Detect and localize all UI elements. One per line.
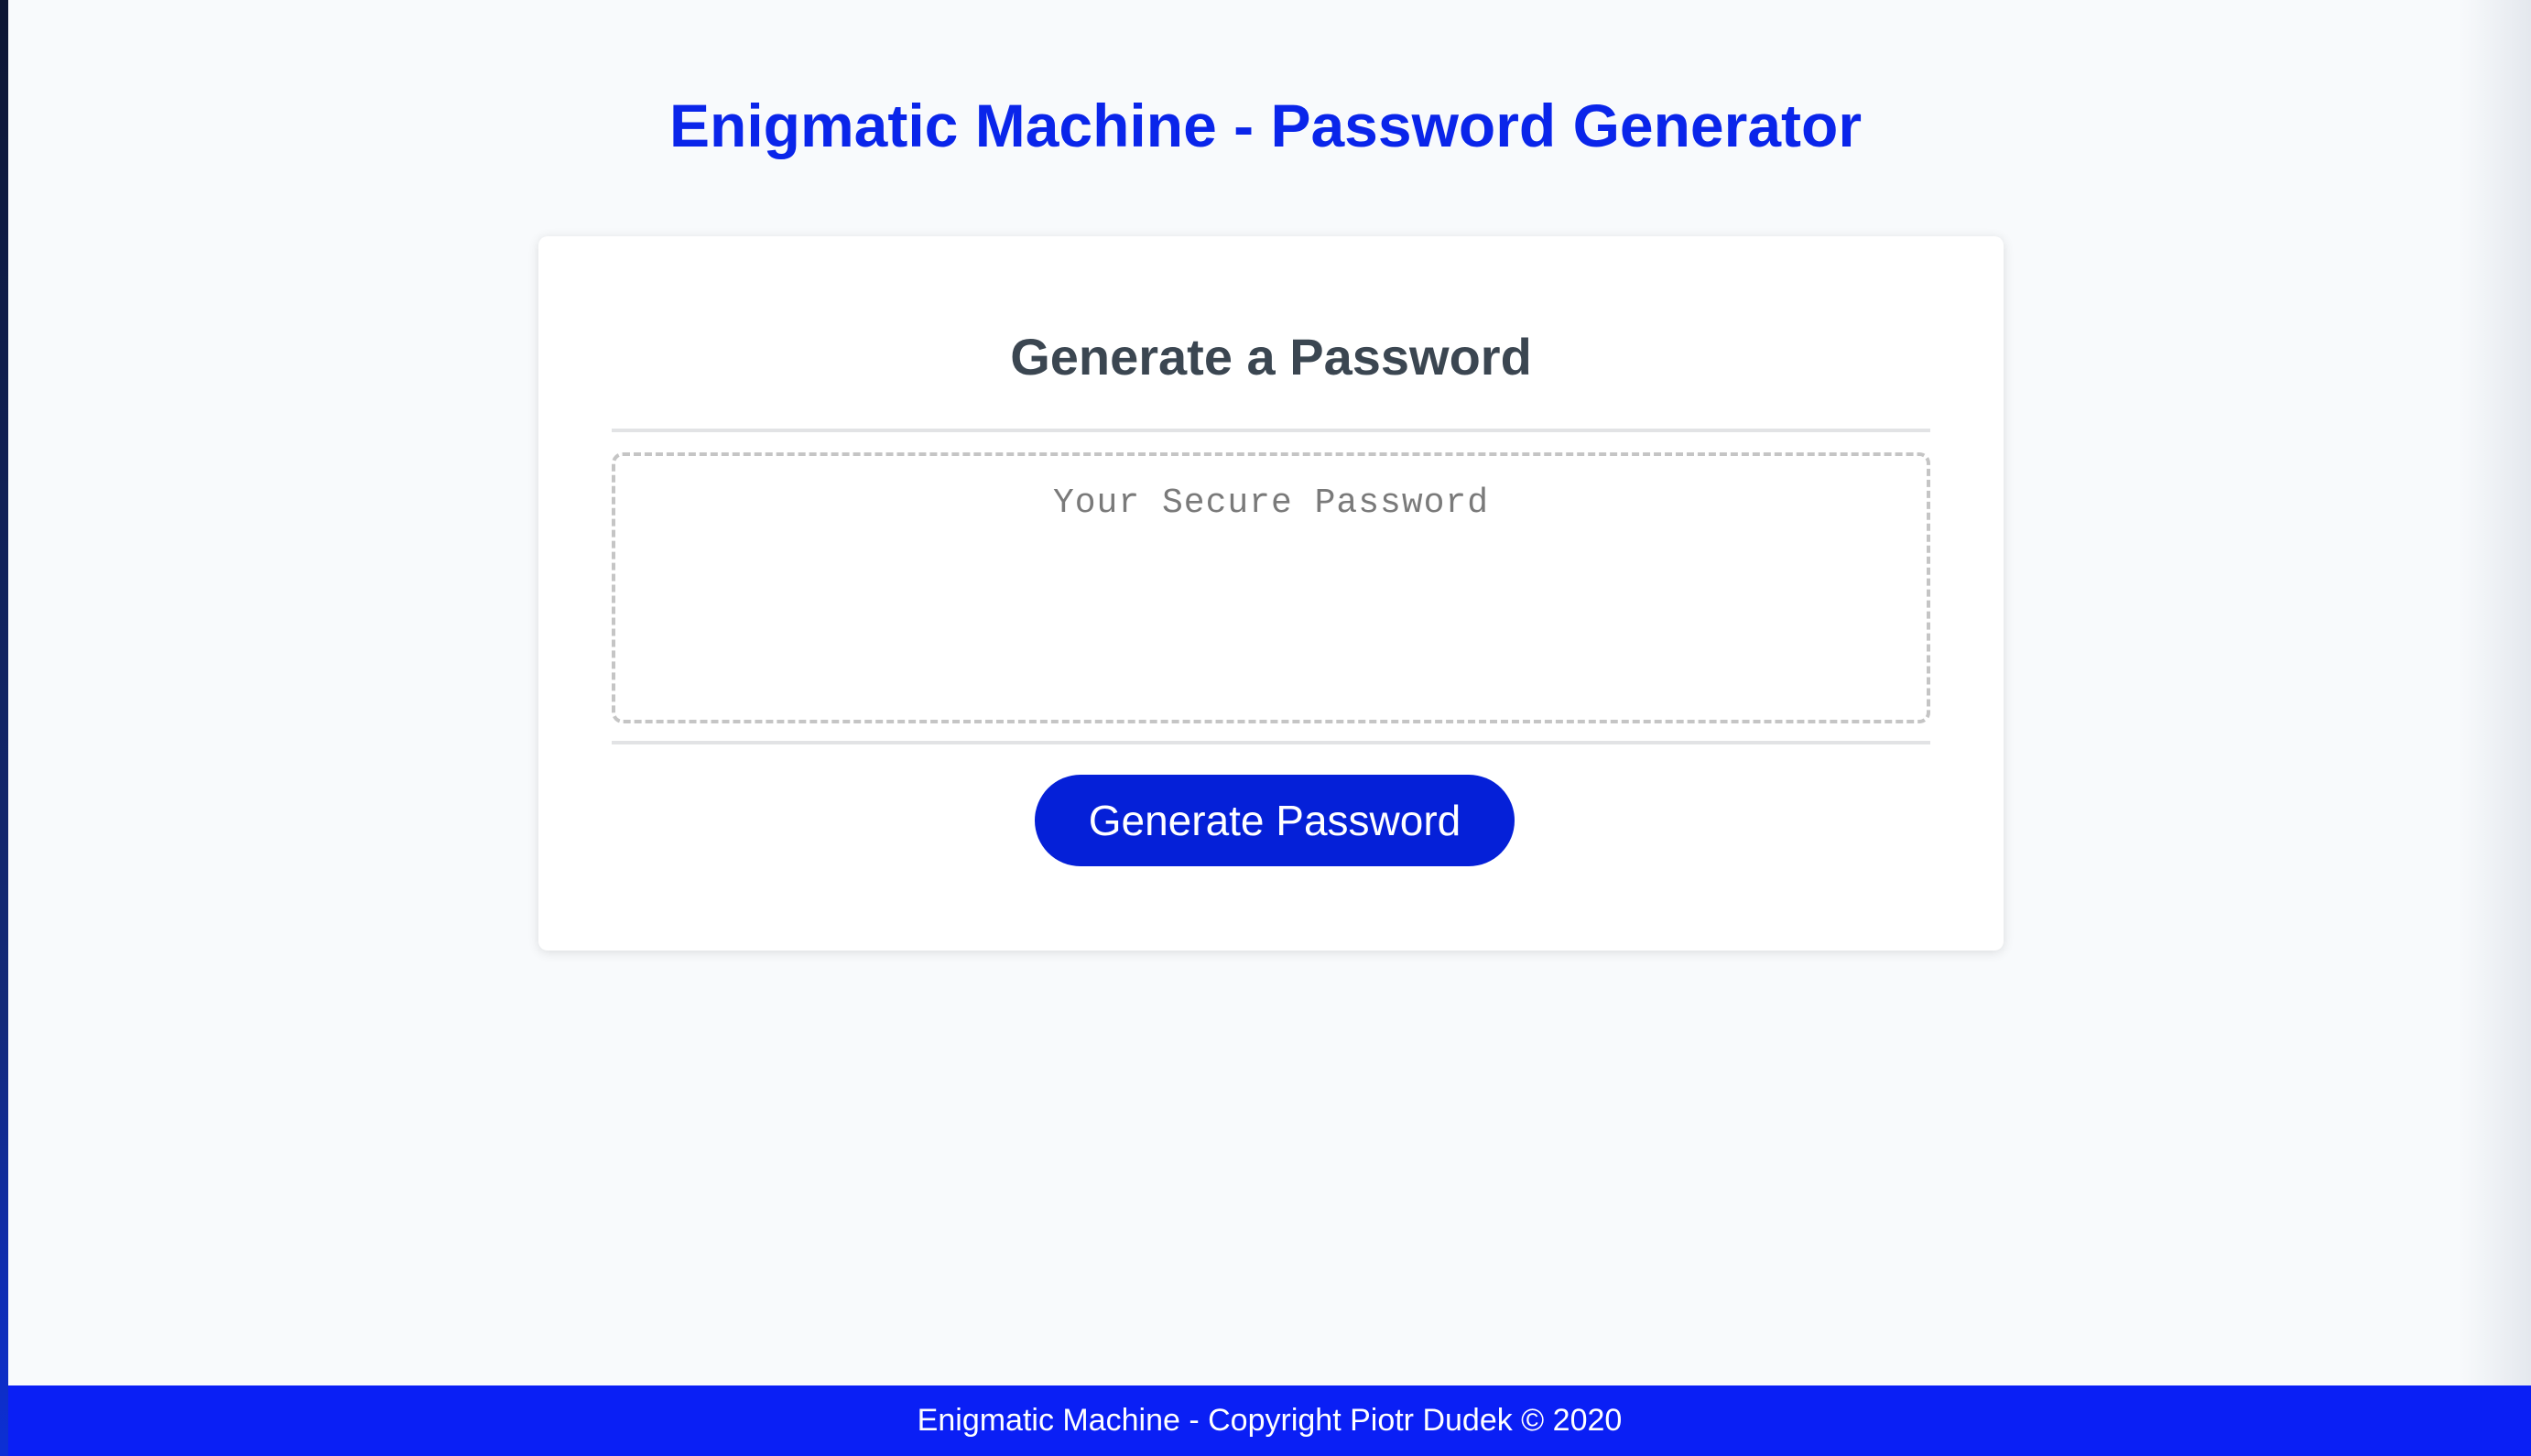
generate-password-button[interactable]: Generate Password bbox=[1035, 775, 1515, 866]
footer: Enigmatic Machine - Copyright Piotr Dude… bbox=[8, 1385, 2531, 1456]
footer-copyright: Enigmatic Machine - Copyright Piotr Dude… bbox=[917, 1403, 1623, 1438]
window-edge bbox=[0, 0, 8, 1456]
password-output[interactable] bbox=[612, 452, 1930, 723]
card-divider-top bbox=[612, 429, 1930, 432]
scroll-shade bbox=[2458, 0, 2531, 1385]
password-card: Generate a Password Generate Password bbox=[538, 236, 2004, 951]
card-title: Generate a Password bbox=[1010, 328, 1532, 386]
page-title: Enigmatic Machine - Password Generator bbox=[668, 92, 1863, 159]
card-divider-bottom bbox=[612, 741, 1930, 744]
